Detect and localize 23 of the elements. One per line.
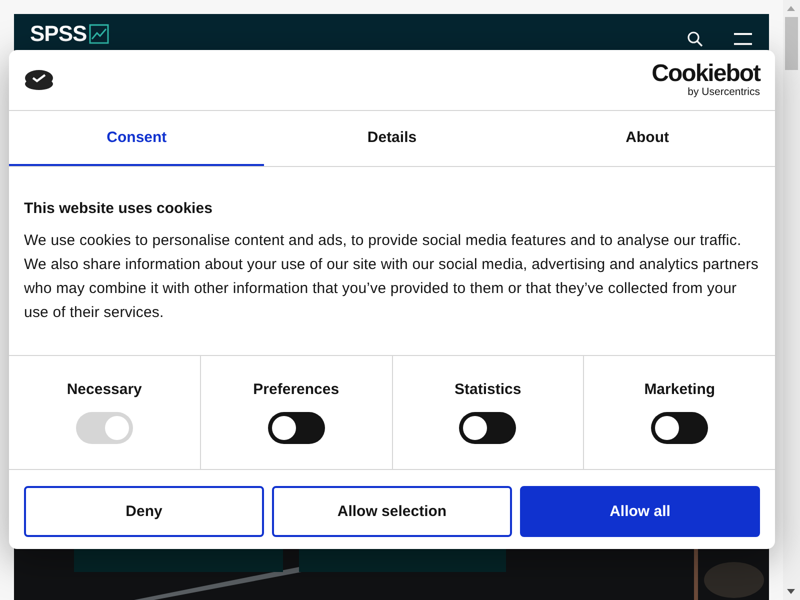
category-label: Marketing [644,381,716,398]
consent-button[interactable]: Deny [24,486,264,537]
brand-tagline: by Usercentrics [688,86,760,98]
menu-icon[interactable] [733,32,753,46]
category-label: Necessary [66,381,142,398]
cookie-check-icon [24,69,54,91]
chart-icon [88,24,109,44]
scrollbar[interactable] [783,0,800,600]
category-label: Statistics [454,381,522,398]
tab[interactable]: Consent [9,111,264,166]
brand-logo: Cookiebot [652,62,760,86]
toggle-switch[interactable] [651,412,708,444]
consent-button[interactable]: Allow selection [272,486,512,537]
tab[interactable]: Details [264,111,520,166]
site-logo[interactable]: SPSS [30,23,87,45]
dialog-heading: This website uses cookies [24,200,214,217]
search-icon[interactable] [687,31,703,47]
category-label: Preferences [253,381,340,398]
allow-all-button[interactable]: Allow all [520,486,760,537]
toggle-switch[interactable] [268,412,325,444]
tab[interactable]: About [520,111,775,166]
toggle-switch[interactable] [459,412,516,444]
dialog-text: We use cookies to personalise content and ads, to provide social media features and to analyse our traffic. We also share information about your use of our site with our social media, advertising and analytics partners who may combine it with other information that you’ve provided to them or that they’ve collected from your use of their services. [24,231,760,323]
